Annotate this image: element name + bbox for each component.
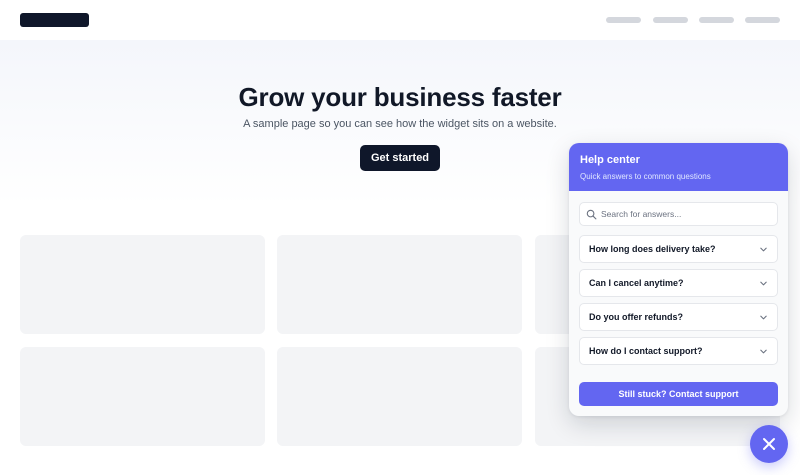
faq-item[interactable]: How do I contact support? [579, 337, 778, 365]
chevron-down-icon [760, 247, 767, 252]
content-card [20, 235, 265, 334]
content-card [20, 347, 265, 446]
nav-link-2[interactable] [653, 17, 688, 23]
faq-item[interactable]: How long does delivery take? [579, 235, 778, 263]
hero-title: Grow your business faster [238, 82, 562, 112]
search-box[interactable] [579, 202, 778, 226]
help-widget-subtitle: Quick answers to common questions [580, 172, 711, 181]
faq-item[interactable]: Do you offer refunds? [579, 303, 778, 331]
chevron-down-icon [760, 349, 767, 354]
help-widget-title: Help center [580, 154, 640, 166]
top-nav [0, 0, 800, 40]
nav-link-1[interactable] [606, 17, 641, 23]
faq-question: How do I contact support? [589, 346, 703, 356]
widget-close-button[interactable] [750, 425, 788, 463]
content-card [277, 235, 522, 334]
faq-question: Can I cancel anytime? [589, 278, 684, 288]
chevron-down-icon [760, 315, 767, 320]
help-widget: Help center Quick answers to common ques… [569, 143, 788, 416]
hero-subtitle: A sample page so you can see how the wid… [243, 118, 557, 130]
search-input[interactable] [601, 206, 773, 222]
chevron-down-icon [760, 281, 767, 286]
content-card [277, 347, 522, 446]
get-started-button[interactable]: Get started [360, 145, 440, 171]
nav-link-3[interactable] [699, 17, 734, 23]
close-icon [763, 438, 775, 450]
faq-item[interactable]: Can I cancel anytime? [579, 269, 778, 297]
logo-placeholder[interactable] [20, 13, 89, 27]
nav-link-4[interactable] [745, 17, 780, 23]
faq-question: How long does delivery take? [589, 244, 716, 254]
faq-question: Do you offer refunds? [589, 312, 683, 322]
search-icon [586, 209, 597, 220]
contact-support-button[interactable]: Still stuck? Contact support [579, 382, 778, 406]
help-widget-header: Help center Quick answers to common ques… [569, 143, 788, 191]
